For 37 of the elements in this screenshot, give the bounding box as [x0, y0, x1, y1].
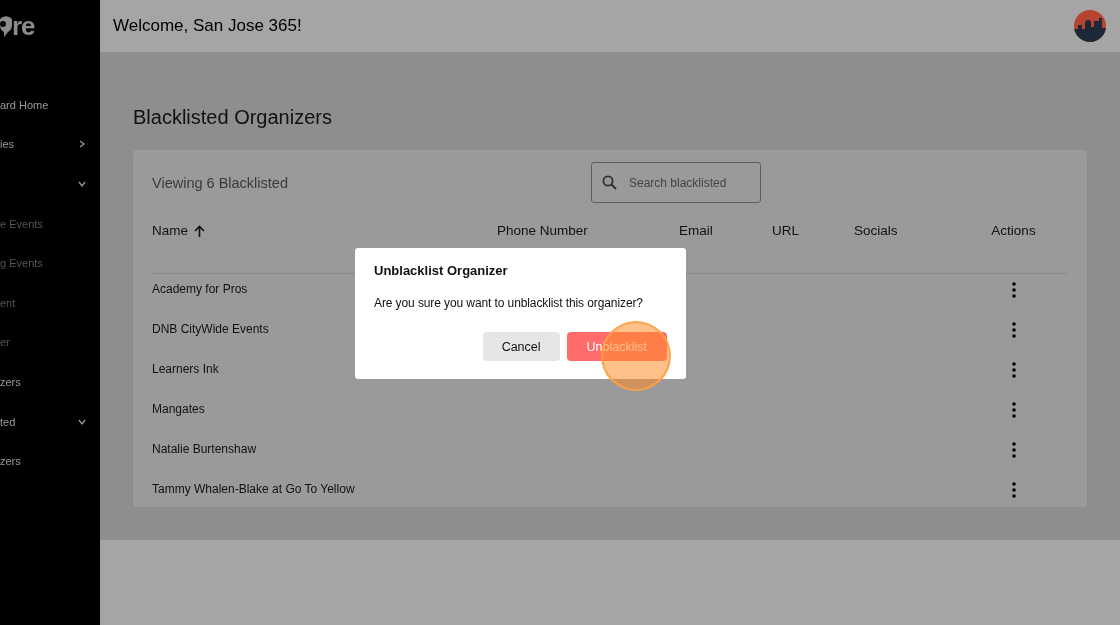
more-options-icon[interactable] [1011, 442, 1016, 458]
more-options-icon[interactable] [1011, 482, 1016, 498]
more-options-icon[interactable] [1011, 402, 1016, 418]
organizer-name: Mangates [152, 402, 205, 416]
sidebar-item[interactable]: zers [0, 455, 21, 468]
cancel-button[interactable]: Cancel [482, 332, 560, 361]
organizer-name: Tammy Whalen-Blake at Go To Yellow [152, 482, 355, 496]
sidebar-item[interactable]: zers [0, 375, 21, 388]
chevron-down-icon[interactable] [78, 180, 86, 188]
column-header[interactable]: Name [152, 223, 205, 238]
chevron-down-icon[interactable] [78, 417, 86, 426]
chevron-right-icon[interactable] [78, 140, 86, 149]
column-header[interactable]: URL [772, 223, 799, 238]
sort-arrow-icon[interactable] [194, 224, 205, 237]
dialog-title: Unblacklist Organizer [374, 263, 509, 278]
logo-text: re [12, 10, 35, 42]
organizer-name: Learners Ink [152, 362, 219, 376]
more-options-icon[interactable] [1011, 362, 1016, 378]
sidebar-item[interactable]: ard Home [0, 98, 49, 111]
search-field[interactable]: Search blacklisted [591, 162, 761, 203]
organizer-name: Academy for Pros [152, 282, 248, 296]
dialog-message: Are you sure you want to unblacklist this organizer? [374, 296, 644, 310]
column-header[interactable]: Email [679, 223, 713, 238]
sidebar-item[interactable]: ies [0, 138, 15, 151]
count-text: Viewing 6 Blacklisted [152, 174, 289, 191]
page-title: Blacklisted Organizers [133, 105, 333, 130]
welcome-text: Welcome, San Jose 365! [113, 16, 302, 36]
more-options-icon[interactable] [1011, 282, 1016, 298]
column-header[interactable]: Actions [991, 223, 1036, 238]
column-header[interactable]: Phone Number [497, 223, 588, 238]
sidebar-item[interactable]: ted [0, 415, 16, 428]
organizer-name: DNB CityWide Events [152, 322, 269, 336]
more-options-icon[interactable] [1011, 322, 1016, 338]
avatar-icon[interactable] [1073, 9, 1107, 43]
search-icon [602, 175, 617, 190]
column-header[interactable]: Socials [854, 223, 898, 238]
organizer-name: Natalie Burtenshaw [152, 442, 257, 456]
